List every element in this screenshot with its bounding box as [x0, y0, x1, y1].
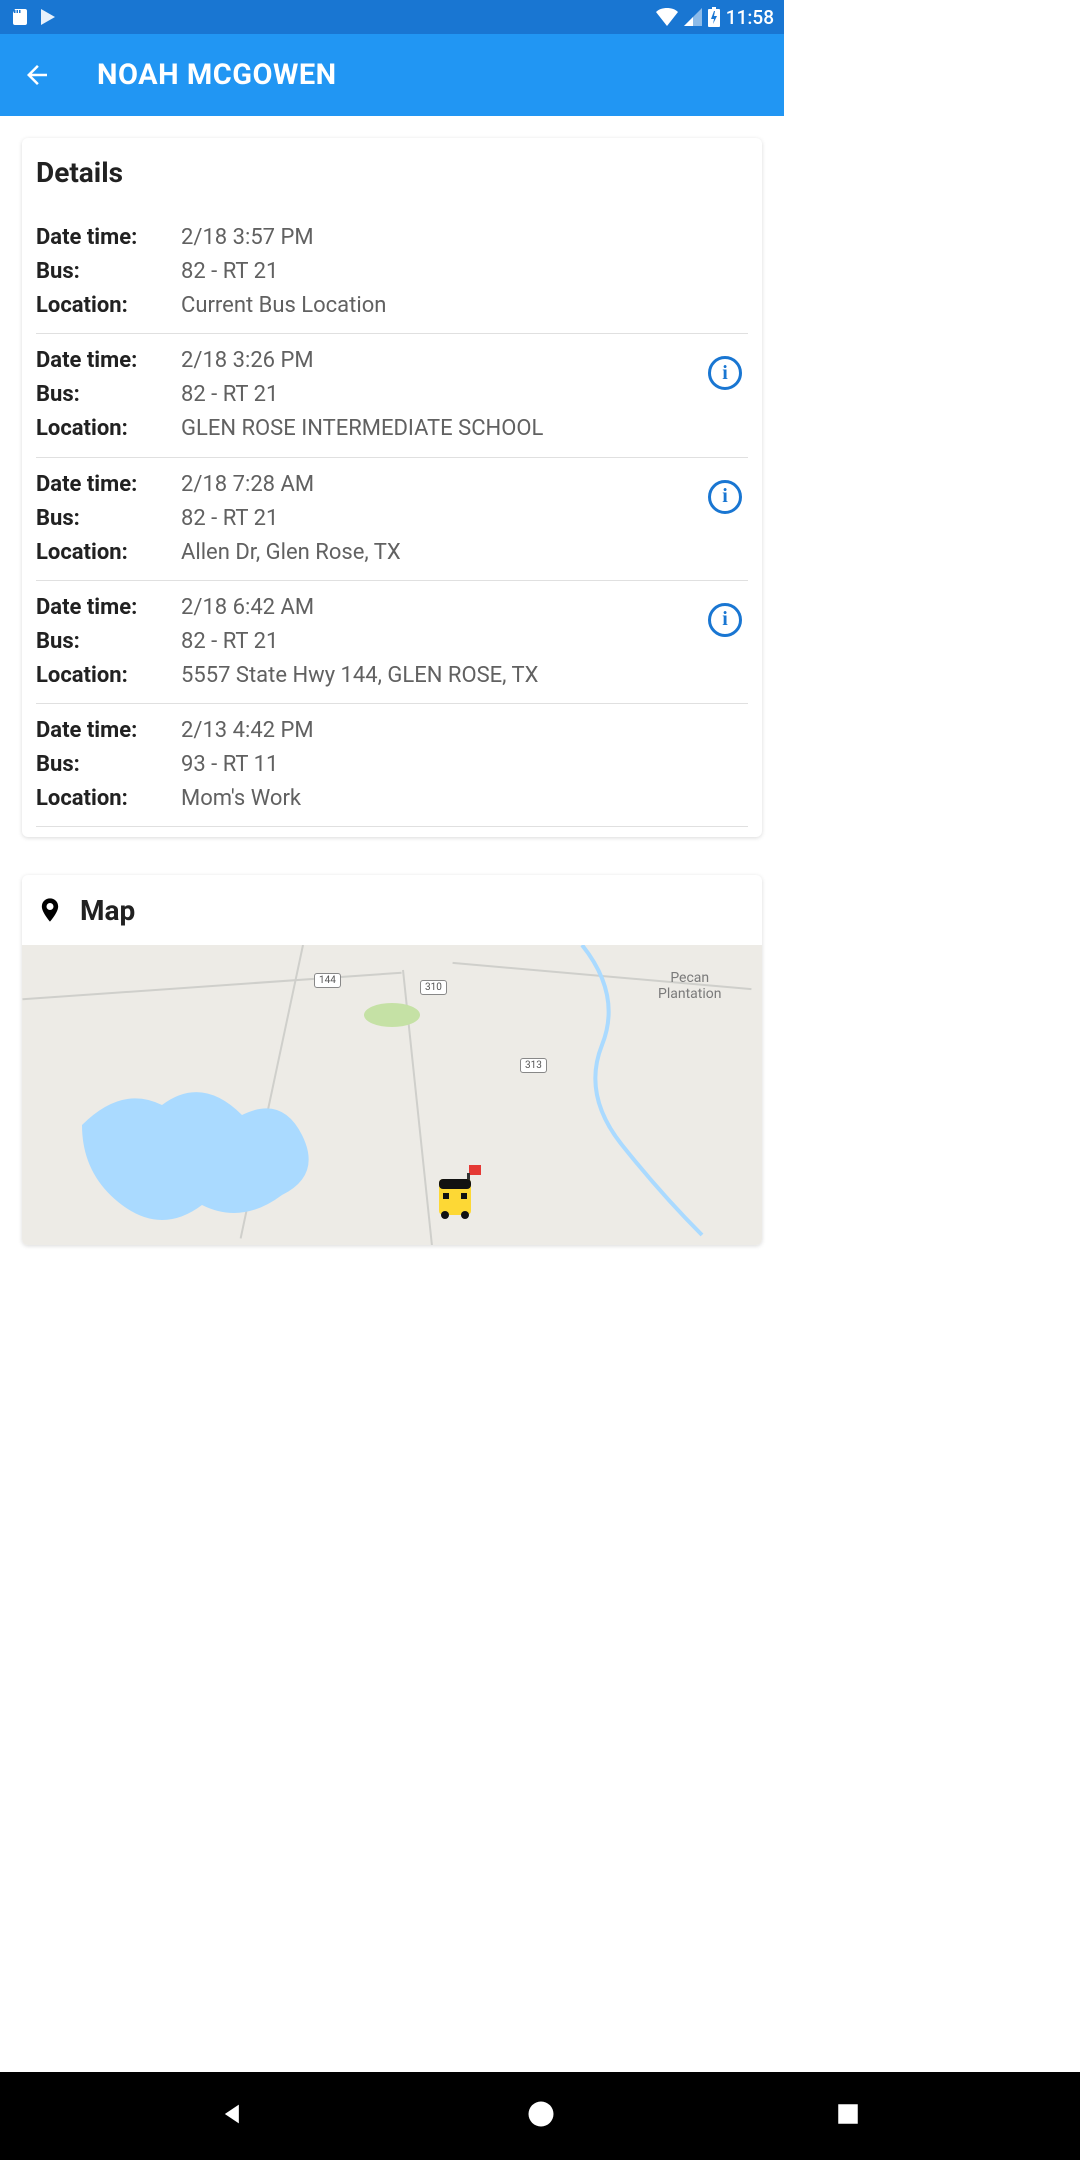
datetime-value: 2/18 6:42 AM	[181, 591, 314, 625]
bus-value: 82 - RT 21	[181, 378, 278, 412]
location-label: Location:	[36, 782, 181, 816]
location-value: Mom's Work	[181, 782, 301, 816]
status-icons-right: 11:58	[656, 6, 774, 29]
datetime-label: Date time:	[36, 714, 181, 748]
square-icon	[835, 2101, 861, 2127]
nav-recent-button[interactable]	[835, 2101, 861, 2131]
detail-row[interactable]: Date time: 2/18 3:26 PM Bus: 82 - RT 21 …	[36, 334, 748, 457]
info-button[interactable]: i	[708, 356, 742, 390]
datetime-value: 2/18 3:57 PM	[181, 221, 314, 255]
datetime-label: Date time:	[36, 221, 181, 255]
bus-label: Bus:	[36, 255, 181, 289]
page-title: NOAH MCGOWEN	[97, 58, 337, 92]
bus-label: Bus:	[36, 502, 181, 536]
detail-row[interactable]: Date time: 2/13 4:42 PM Bus: 93 - RT 11 …	[36, 704, 748, 827]
bus-value: 82 - RT 21	[181, 502, 278, 536]
pin-icon	[36, 893, 64, 927]
lake-shape	[82, 1065, 342, 1245]
info-icon: i	[708, 603, 742, 637]
detail-row[interactable]: Date time: 2/18 6:42 AM Bus: 82 - RT 21 …	[36, 581, 748, 704]
detail-row[interactable]: Date time: 2/18 3:57 PM Bus: 82 - RT 21 …	[36, 211, 748, 334]
datetime-value: 2/18 7:28 AM	[181, 468, 314, 502]
bus-label: Bus:	[36, 625, 181, 659]
location-value: Allen Dr, Glen Rose, TX	[181, 536, 401, 570]
status-time: 11:58	[726, 6, 774, 29]
map-card: Map 144 310 313 Pecan Plantation	[22, 875, 762, 1245]
road-label-144: 144	[314, 973, 341, 988]
triangle-icon	[219, 2100, 247, 2128]
nav-back-button[interactable]	[219, 2100, 247, 2132]
location-label: Location:	[36, 659, 181, 693]
road-label-313: 313	[520, 1058, 547, 1073]
datetime-value: 2/18 3:26 PM	[181, 344, 314, 378]
bus-label: Bus:	[36, 748, 181, 782]
status-bar: 11:58	[0, 0, 784, 34]
sd-card-icon	[10, 7, 28, 27]
datetime-value: 2/13 4:42 PM	[181, 714, 314, 748]
bus-value: 82 - RT 21	[181, 625, 278, 659]
detail-row[interactable]: Date time: 2/18 7:28 AM Bus: 82 - RT 21 …	[36, 458, 748, 581]
bus-icon	[433, 1165, 483, 1219]
wifi-icon	[656, 8, 678, 26]
status-icons-left	[10, 7, 58, 27]
bus-value: 82 - RT 21	[181, 255, 278, 289]
bus-label: Bus:	[36, 378, 181, 412]
location-label: Location:	[36, 536, 181, 570]
location-value: GLEN ROSE INTERMEDIATE SCHOOL	[181, 412, 543, 446]
content-area: Details Date time: 2/18 3:57 PM Bus: 82 …	[0, 116, 784, 1267]
location-value: 5557 State Hwy 144, GLEN ROSE, TX	[181, 659, 538, 693]
green-area	[362, 1000, 422, 1030]
place-label-pecan: Pecan Plantation	[658, 970, 721, 1002]
bus-value: 93 - RT 11	[181, 748, 278, 782]
bus-marker[interactable]	[433, 1165, 483, 1223]
arrow-left-icon	[22, 60, 52, 90]
location-label: Location:	[36, 412, 181, 446]
info-button[interactable]: i	[708, 603, 742, 637]
back-button[interactable]	[22, 60, 52, 90]
datetime-label: Date time:	[36, 591, 181, 625]
location-label: Location:	[36, 289, 181, 323]
signal-icon	[684, 8, 702, 26]
location-value: Current Bus Location	[181, 289, 386, 323]
datetime-label: Date time:	[36, 344, 181, 378]
details-card: Details Date time: 2/18 3:57 PM Bus: 82 …	[22, 138, 762, 837]
info-icon: i	[708, 480, 742, 514]
info-button[interactable]: i	[708, 480, 742, 514]
system-nav-bar	[0, 2072, 1080, 2160]
play-store-icon	[38, 7, 58, 27]
circle-icon	[526, 2099, 556, 2129]
app-bar: NOAH MCGOWEN	[0, 34, 784, 116]
battery-icon	[708, 7, 720, 27]
datetime-label: Date time:	[36, 468, 181, 502]
map-area[interactable]: 144 310 313 Pecan Plantation	[22, 945, 762, 1245]
map-header: Map	[36, 893, 748, 927]
info-icon: i	[708, 356, 742, 390]
road-label-310: 310	[420, 980, 447, 995]
map-title: Map	[80, 894, 135, 927]
nav-home-button[interactable]	[526, 2099, 556, 2133]
details-title: Details	[36, 156, 748, 189]
